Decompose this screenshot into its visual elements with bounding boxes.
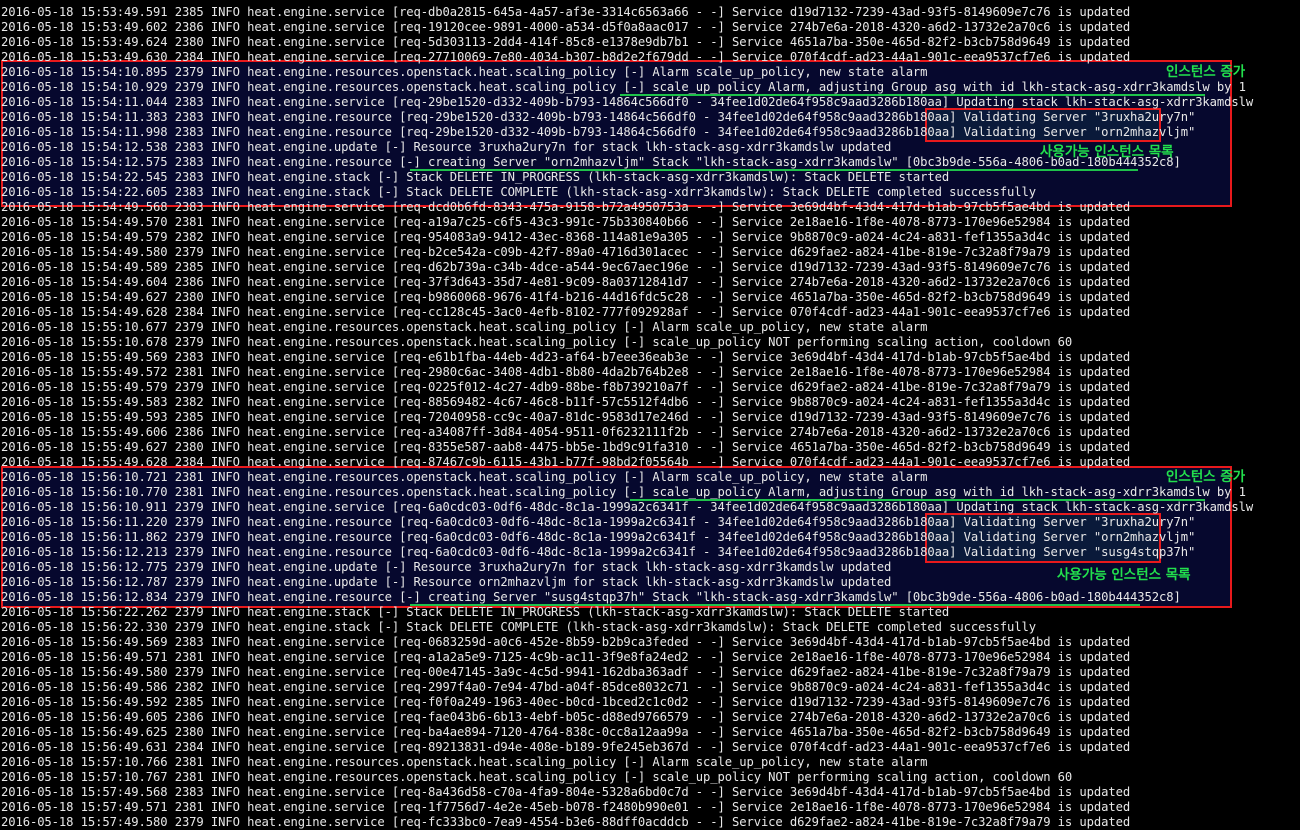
annotation-available-instances-1: 사용가능 인스턴스 목록: [1040, 144, 1174, 160]
log-line: 2016-05-18 15:55:49.572 2381 INFO heat.e…: [1, 365, 1131, 379]
underline-creating-server-2: [410, 604, 1140, 606]
log-line: 2016-05-18 15:56:12.834 2379 INFO heat.e…: [1, 590, 1181, 604]
log-line: 2016-05-18 15:54:49.589 2385 INFO heat.e…: [1, 260, 1131, 274]
log-line: 2016-05-18 15:56:49.605 2386 INFO heat.e…: [1, 710, 1131, 724]
log-line: 2016-05-18 15:56:49.571 2381 INFO heat.e…: [1, 650, 1131, 664]
log-line: 2016-05-18 15:54:49.579 2382 INFO heat.e…: [1, 230, 1131, 244]
log-line: 2016-05-18 15:54:11.044 2383 INFO heat.e…: [1, 95, 1254, 109]
log-line: 2016-05-18 15:53:49.630 2384 INFO heat.e…: [1, 50, 1131, 64]
log-line: 2016-05-18 15:54:12.575 2383 INFO heat.e…: [1, 155, 1181, 169]
log-line: 2016-05-18 15:55:49.579 2379 INFO heat.e…: [1, 380, 1131, 394]
log-line: 2016-05-18 15:54:49.570 2381 INFO heat.e…: [1, 215, 1131, 229]
log-line: 2016-05-18 15:56:49.569 2383 INFO heat.e…: [1, 635, 1131, 649]
log-line: 2016-05-18 15:57:10.766 2381 INFO heat.e…: [1, 755, 928, 769]
log-line: 2016-05-18 15:55:10.678 2379 INFO heat.e…: [1, 335, 1073, 349]
log-line: 2016-05-18 15:56:49.586 2382 INFO heat.e…: [1, 680, 1131, 694]
log-line: 2016-05-18 15:54:10.929 2379 INFO heat.e…: [1, 80, 1246, 94]
log-line: 2016-05-18 15:57:10.767 2381 INFO heat.e…: [1, 770, 1073, 784]
log-line: 2016-05-18 15:54:11.383 2383 INFO heat.e…: [1, 110, 1196, 124]
underline-scale-up-2: [630, 499, 1205, 501]
log-line: 2016-05-18 15:54:49.627 2380 INFO heat.e…: [1, 290, 1131, 304]
terminal-window[interactable]: 2016-05-18 15:53:49.591 2385 INFO heat.e…: [0, 0, 1300, 830]
log-line: 2016-05-18 15:56:11.862 2379 INFO heat.e…: [1, 530, 1196, 544]
underline-scale-up-1: [620, 94, 1205, 96]
log-line: 2016-05-18 15:54:12.538 2383 INFO heat.e…: [1, 140, 892, 154]
log-line: 2016-05-18 15:55:49.606 2386 INFO heat.e…: [1, 425, 1131, 439]
log-line: 2016-05-18 15:55:49.627 2380 INFO heat.e…: [1, 440, 1131, 454]
log-line: 2016-05-18 15:56:22.330 2379 INFO heat.e…: [1, 620, 1036, 634]
log-line: 2016-05-18 15:56:11.220 2379 INFO heat.e…: [1, 515, 1196, 529]
log-line: 2016-05-18 15:57:49.580 2379 INFO heat.e…: [1, 815, 1131, 829]
annotation-available-instances-2: 사용가능 인스턴스 목록: [1057, 567, 1191, 583]
log-line: 2016-05-18 15:54:49.568 2383 INFO heat.e…: [1, 200, 1131, 214]
log-line: 2016-05-18 15:56:10.770 2381 INFO heat.e…: [1, 485, 1246, 499]
log-line: 2016-05-18 15:53:49.591 2385 INFO heat.e…: [1, 5, 1131, 19]
log-line: 2016-05-18 15:56:49.580 2379 INFO heat.e…: [1, 665, 1131, 679]
log-line: 2016-05-18 15:57:49.568 2383 INFO heat.e…: [1, 785, 1131, 799]
log-line: 2016-05-18 15:54:22.545 2383 INFO heat.e…: [1, 170, 950, 184]
annotation-instance-increase-1: 인스턴스 증가: [1166, 64, 1246, 80]
log-line: 2016-05-18 15:56:10.721 2381 INFO heat.e…: [1, 470, 928, 484]
log-line: 2016-05-18 15:55:49.583 2382 INFO heat.e…: [1, 395, 1131, 409]
log-line: 2016-05-18 15:54:49.580 2379 INFO heat.e…: [1, 245, 1131, 259]
log-line: 2016-05-18 15:54:22.605 2383 INFO heat.e…: [1, 185, 1036, 199]
log-line: 2016-05-18 15:55:49.569 2383 INFO heat.e…: [1, 350, 1131, 364]
log-line: 2016-05-18 15:55:49.593 2385 INFO heat.e…: [1, 410, 1131, 424]
log-line: 2016-05-18 15:56:12.213 2379 INFO heat.e…: [1, 545, 1196, 559]
log-line: 2016-05-18 15:57:49.571 2381 INFO heat.e…: [1, 800, 1131, 814]
log-line: 2016-05-18 15:56:12.775 2379 INFO heat.e…: [1, 560, 892, 574]
log-line: 2016-05-18 15:56:49.631 2384 INFO heat.e…: [1, 740, 1131, 754]
log-line: 2016-05-18 15:53:49.602 2386 INFO heat.e…: [1, 20, 1131, 34]
log-line: 2016-05-18 15:56:49.625 2380 INFO heat.e…: [1, 725, 1131, 739]
log-line: 2016-05-18 15:56:49.592 2385 INFO heat.e…: [1, 695, 1131, 709]
log-line: 2016-05-18 15:53:49.624 2380 INFO heat.e…: [1, 35, 1131, 49]
log-line: 2016-05-18 15:55:10.677 2379 INFO heat.e…: [1, 320, 928, 334]
log-line: 2016-05-18 15:56:22.262 2379 INFO heat.e…: [1, 605, 950, 619]
log-line: 2016-05-18 15:54:11.998 2383 INFO heat.e…: [1, 125, 1196, 139]
log-line: 2016-05-18 15:54:49.604 2386 INFO heat.e…: [1, 275, 1131, 289]
log-line: 2016-05-18 15:54:49.628 2384 INFO heat.e…: [1, 305, 1131, 319]
annotation-instance-increase-2: 인스턴스 증가: [1166, 469, 1246, 485]
log-line: 2016-05-18 15:56:12.787 2379 INFO heat.e…: [1, 575, 892, 589]
underline-creating-server-1: [410, 169, 1138, 171]
log-line: 2016-05-18 15:54:10.895 2379 INFO heat.e…: [1, 65, 928, 79]
log-line: 2016-05-18 15:56:10.911 2379 INFO heat.e…: [1, 500, 1254, 514]
log-line: 2016-05-18 15:55:49.628 2384 INFO heat.e…: [1, 455, 1131, 469]
